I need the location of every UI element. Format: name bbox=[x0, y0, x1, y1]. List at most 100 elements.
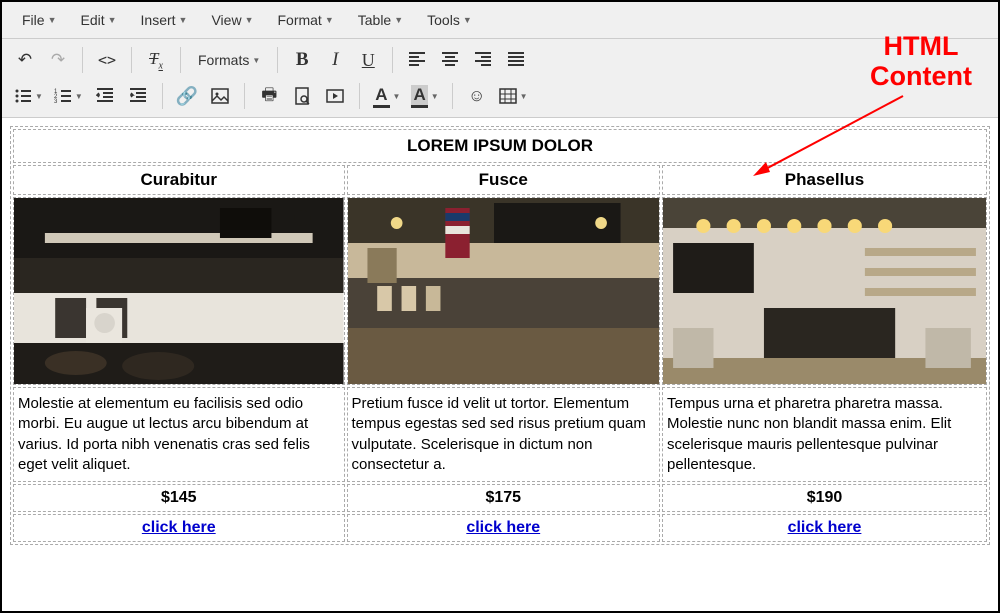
menu-edit[interactable]: Edit▼ bbox=[68, 6, 128, 34]
separator bbox=[244, 83, 245, 109]
menu-insert[interactable]: Insert▼ bbox=[129, 6, 200, 34]
chevron-down-icon: ▼ bbox=[394, 15, 403, 25]
preview-icon bbox=[293, 87, 311, 105]
image-cell[interactable] bbox=[347, 197, 660, 385]
price-cell[interactable]: $175 bbox=[347, 484, 660, 512]
media-button[interactable] bbox=[320, 81, 350, 111]
separator bbox=[452, 83, 453, 109]
column-heading[interactable]: Phasellus bbox=[662, 165, 987, 195]
chevron-down-icon: ▼ bbox=[179, 15, 188, 25]
text-color-button[interactable]: A▼ bbox=[369, 81, 404, 111]
column-heading[interactable]: Curabitur bbox=[13, 165, 345, 195]
preview-button[interactable] bbox=[287, 81, 317, 111]
bold-button[interactable]: B bbox=[287, 45, 317, 75]
chevron-down-icon: ▼ bbox=[245, 15, 254, 25]
click-here-link[interactable]: click here bbox=[466, 519, 540, 536]
align-center-button[interactable] bbox=[435, 45, 465, 75]
toolbar: ↶ ↷ <> Tx Formats▼ B I U ▼ 123▼ 🔗 🖶 A▼ A… bbox=[2, 39, 998, 118]
price-cell[interactable]: $145 bbox=[13, 484, 345, 512]
editor-content[interactable]: LOREM IPSUM DOLOR Curabitur Fusce Phasel… bbox=[2, 118, 998, 553]
source-code-button[interactable]: <> bbox=[92, 45, 122, 75]
italic-icon: I bbox=[332, 49, 338, 71]
print-icon: 🖶 bbox=[261, 82, 277, 111]
image-cell[interactable] bbox=[13, 197, 345, 385]
menu-file[interactable]: File▼ bbox=[10, 6, 68, 34]
align-justify-button[interactable] bbox=[501, 45, 531, 75]
image-button[interactable] bbox=[205, 81, 235, 111]
link-cell[interactable]: click here bbox=[662, 514, 987, 542]
click-here-link[interactable]: click here bbox=[788, 519, 862, 536]
chevron-down-icon: ▼ bbox=[520, 92, 528, 101]
content-table[interactable]: LOREM IPSUM DOLOR Curabitur Fusce Phasel… bbox=[10, 126, 990, 545]
clear-format-icon: Tx bbox=[149, 49, 163, 71]
redo-button[interactable]: ↷ bbox=[43, 45, 73, 75]
chevron-down-icon: ▼ bbox=[431, 92, 439, 101]
redo-icon: ↷ bbox=[51, 50, 65, 70]
menubar: File▼ Edit▼ Insert▼ View▼ Format▼ Table▼… bbox=[2, 2, 998, 39]
separator bbox=[277, 47, 278, 73]
separator bbox=[162, 83, 163, 109]
table-icon bbox=[499, 87, 517, 105]
chevron-down-icon: ▼ bbox=[252, 56, 260, 65]
click-here-link[interactable]: click here bbox=[142, 519, 216, 536]
emoticons-button[interactable]: ☺ bbox=[462, 81, 492, 111]
link-button[interactable]: 🔗 bbox=[172, 81, 202, 111]
bullet-list-button[interactable]: ▼ bbox=[10, 81, 47, 111]
chevron-down-icon: ▼ bbox=[75, 92, 83, 101]
align-center-icon bbox=[441, 51, 459, 69]
clear-formatting-button[interactable]: Tx bbox=[141, 45, 171, 75]
numbered-list-icon: 123 bbox=[54, 87, 72, 105]
chevron-down-icon: ▼ bbox=[325, 15, 334, 25]
indent-icon bbox=[129, 87, 147, 105]
menu-format[interactable]: Format▼ bbox=[265, 6, 345, 34]
code-icon: <> bbox=[98, 51, 116, 69]
bg-color-icon: A bbox=[411, 85, 427, 108]
indent-button[interactable] bbox=[123, 81, 153, 111]
column-heading[interactable]: Fusce bbox=[347, 165, 660, 195]
svg-text:3: 3 bbox=[54, 99, 58, 105]
price-cell[interactable]: $190 bbox=[662, 484, 987, 512]
chevron-down-icon: ▼ bbox=[463, 15, 472, 25]
outdent-icon bbox=[96, 87, 114, 105]
bold-icon: B bbox=[296, 49, 309, 71]
menu-view[interactable]: View▼ bbox=[199, 6, 265, 34]
cafe-image-2 bbox=[348, 198, 659, 384]
align-justify-icon bbox=[507, 51, 525, 69]
align-left-button[interactable] bbox=[402, 45, 432, 75]
cafe-image-1 bbox=[14, 198, 344, 384]
separator bbox=[180, 47, 181, 73]
numbered-list-button[interactable]: 123▼ bbox=[50, 81, 87, 111]
bullet-list-icon bbox=[14, 87, 32, 105]
table-title[interactable]: LOREM IPSUM DOLOR bbox=[13, 129, 987, 163]
text-color-icon: A bbox=[373, 85, 389, 108]
media-icon bbox=[326, 87, 344, 105]
background-color-button[interactable]: A▼ bbox=[407, 81, 442, 111]
description-cell[interactable]: Pretium fusce id velit ut tortor. Elemen… bbox=[347, 387, 660, 482]
separator bbox=[392, 47, 393, 73]
underline-icon: U bbox=[362, 50, 375, 71]
description-cell[interactable]: Molestie at elementum eu facilisis sed o… bbox=[13, 387, 345, 482]
link-cell[interactable]: click here bbox=[13, 514, 345, 542]
menu-tools[interactable]: Tools▼ bbox=[415, 6, 484, 34]
table-button[interactable]: ▼ bbox=[495, 81, 532, 111]
link-cell[interactable]: click here bbox=[347, 514, 660, 542]
separator bbox=[82, 47, 83, 73]
underline-button[interactable]: U bbox=[353, 45, 383, 75]
italic-button[interactable]: I bbox=[320, 45, 350, 75]
image-cell[interactable] bbox=[662, 197, 987, 385]
chevron-down-icon: ▼ bbox=[393, 92, 401, 101]
outdent-button[interactable] bbox=[90, 81, 120, 111]
chevron-down-icon: ▼ bbox=[108, 15, 117, 25]
image-icon bbox=[211, 87, 229, 105]
print-button[interactable]: 🖶 bbox=[254, 81, 284, 111]
chevron-down-icon: ▼ bbox=[35, 92, 43, 101]
align-right-icon bbox=[474, 51, 492, 69]
description-cell[interactable]: Tempus urna et pharetra pharetra massa. … bbox=[662, 387, 987, 482]
formats-dropdown[interactable]: Formats▼ bbox=[190, 45, 268, 75]
align-left-icon bbox=[408, 51, 426, 69]
align-right-button[interactable] bbox=[468, 45, 498, 75]
undo-button[interactable]: ↶ bbox=[10, 45, 40, 75]
menu-table[interactable]: Table▼ bbox=[346, 6, 415, 34]
cafe-image-3 bbox=[663, 198, 986, 384]
undo-icon: ↶ bbox=[18, 50, 32, 70]
